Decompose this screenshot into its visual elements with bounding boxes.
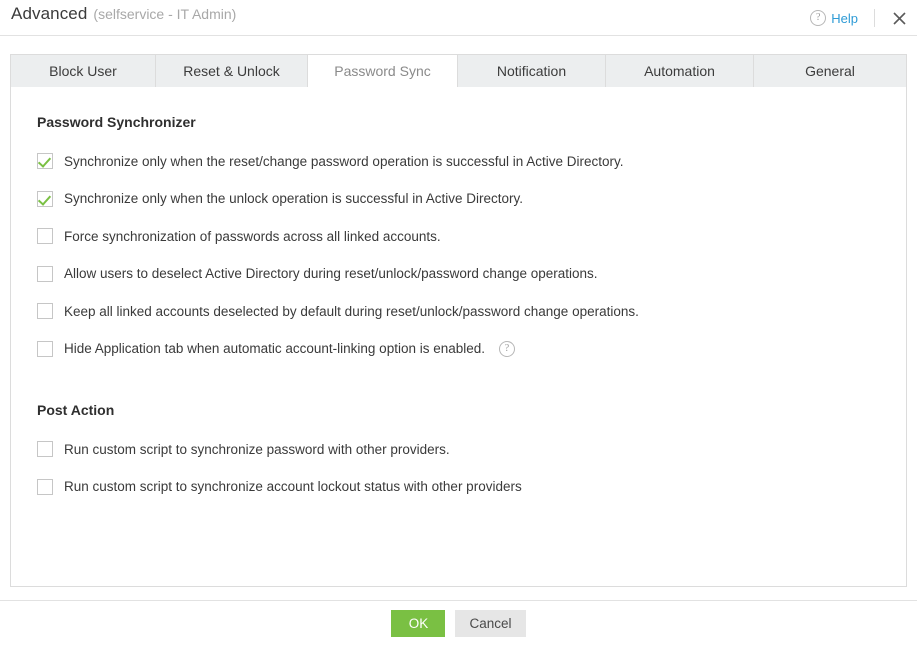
checkbox-label[interactable]: Run custom script to synchronize passwor… [64, 442, 450, 457]
header-actions: ? Help [810, 8, 909, 28]
checkbox-unchecked[interactable] [37, 441, 53, 457]
help-link[interactable]: ? Help [810, 10, 858, 26]
checkbox-unchecked[interactable] [37, 341, 53, 357]
checkbox-label[interactable]: Hide Application tab when automatic acco… [64, 341, 485, 356]
checkbox-row[interactable]: Synchronize only when the reset/change p… [37, 151, 624, 171]
checkbox-label[interactable]: Allow users to deselect Active Directory… [64, 266, 598, 281]
checkbox-label[interactable]: Run custom script to synchronize account… [64, 479, 522, 494]
checkbox-unchecked[interactable] [37, 228, 53, 244]
checkbox-row[interactable]: Hide Application tab when automatic acco… [37, 339, 515, 359]
question-circle-icon[interactable]: ? [499, 341, 515, 357]
section-title-password-synchronizer: Password Synchronizer [37, 114, 196, 130]
section-title-post-action: Post Action [37, 402, 114, 418]
cancel-button[interactable]: Cancel [455, 610, 525, 637]
tab-notification[interactable]: Notification [458, 54, 606, 88]
ok-button[interactable]: OK [391, 610, 445, 637]
close-icon[interactable] [889, 8, 909, 28]
checkbox-row[interactable]: Synchronize only when the unlock operati… [37, 189, 523, 209]
help-label: Help [831, 11, 858, 26]
checkbox-row[interactable]: Allow users to deselect Active Directory… [37, 264, 598, 284]
dialog-header: Advanced (selfservice - IT Admin) ? Help [0, 0, 917, 36]
checkbox-row[interactable]: Force synchronization of passwords acros… [37, 226, 441, 246]
tab-automation[interactable]: Automation [606, 54, 754, 88]
checkbox-row[interactable]: Run custom script to synchronize account… [37, 477, 522, 497]
checkbox-row[interactable]: Keep all linked accounts deselected by d… [37, 301, 639, 321]
checkbox-unchecked[interactable] [37, 266, 53, 282]
checkbox-row[interactable]: Run custom script to synchronize passwor… [37, 439, 450, 459]
page-subtitle: (selfservice - IT Admin) [93, 6, 236, 22]
checkbox-label[interactable]: Synchronize only when the unlock operati… [64, 191, 523, 206]
header-title-group: Advanced (selfservice - IT Admin) [11, 4, 236, 24]
tab-reset-unlock[interactable]: Reset & Unlock [156, 54, 308, 88]
checkbox-checked[interactable] [37, 153, 53, 169]
page-title: Advanced [11, 4, 87, 24]
tab-password-sync[interactable]: Password Sync [308, 54, 458, 88]
checkbox-label[interactable]: Synchronize only when the reset/change p… [64, 154, 624, 169]
checkbox-unchecked[interactable] [37, 479, 53, 495]
tab-bar: Block UserReset & UnlockPassword SyncNot… [10, 54, 907, 88]
checkbox-checked[interactable] [37, 191, 53, 207]
tab-general[interactable]: General [754, 54, 907, 88]
header-divider [874, 9, 875, 27]
checkbox-unchecked[interactable] [37, 303, 53, 319]
dialog-footer: OK Cancel [0, 601, 917, 646]
question-circle-icon: ? [810, 10, 826, 26]
tab-content-password-sync: Password Synchronizer Synchronize only wh… [10, 87, 907, 587]
tab-block-user[interactable]: Block User [10, 54, 156, 88]
checkbox-label[interactable]: Keep all linked accounts deselected by d… [64, 304, 639, 319]
checkbox-label[interactable]: Force synchronization of passwords acros… [64, 229, 441, 244]
